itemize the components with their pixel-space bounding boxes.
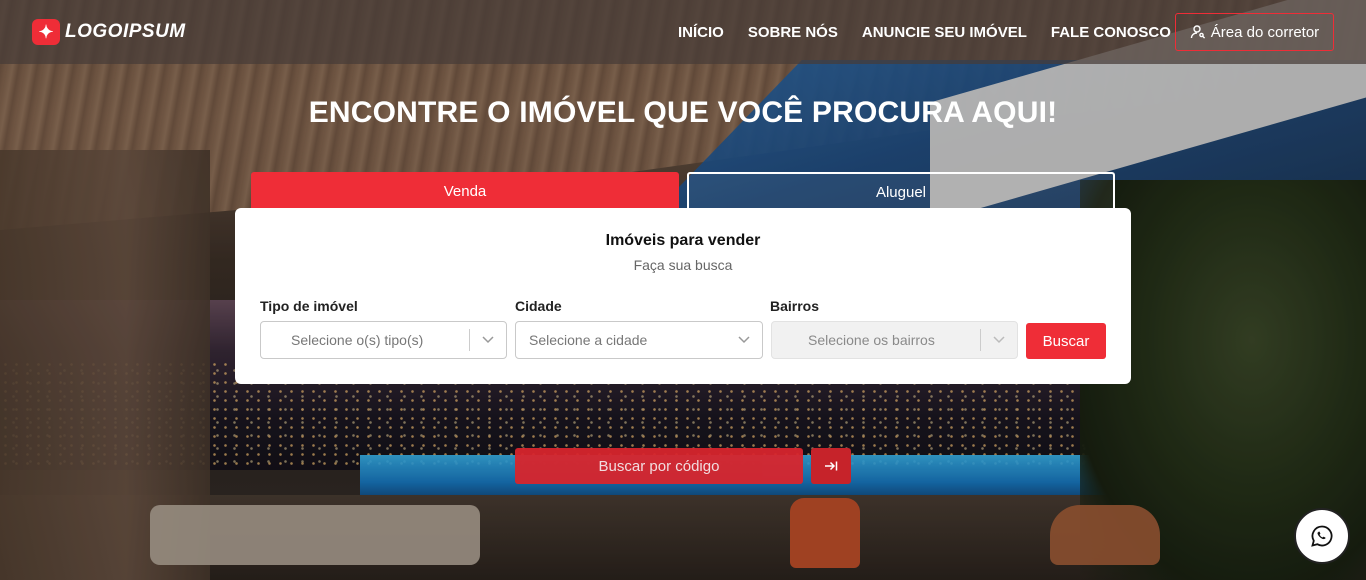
page-title: ENCONTRE O IMÓVEL QUE VOCÊ PROCURA AQUI!: [308, 96, 1058, 129]
property-type-placeholder: Selecione o(s) tipo(s): [291, 332, 424, 348]
city-placeholder: Selecione a cidade: [529, 332, 648, 348]
whatsapp-icon: [1311, 525, 1333, 547]
star-badge-icon: ✦: [32, 19, 60, 45]
nav-item-anuncie[interactable]: ANUNCIE SEU IMÓVEL: [862, 24, 1027, 41]
search-card: Imóveis para vender Faça sua busca Tipo …: [235, 208, 1131, 384]
city-select[interactable]: Selecione a cidade: [515, 321, 763, 359]
search-subtitle: Faça sua busca: [633, 257, 733, 273]
property-type-label: Tipo de imóvel: [260, 298, 358, 314]
nav-item-inicio[interactable]: INÍCIO: [678, 24, 724, 41]
logo-text: LOGOIPSUM: [65, 21, 186, 42]
site-header: ✦ LOGOIPSUM INÍCIO SOBRE NÓS ANUNCIE SEU…: [0, 0, 1366, 64]
arrow-to-right-icon[interactable]: [811, 448, 851, 484]
chevron-down-icon: [470, 336, 506, 344]
user-key-icon: [1190, 25, 1205, 39]
property-type-select[interactable]: Selecione o(s) tipo(s): [260, 321, 507, 359]
nav-item-sobre-nos[interactable]: SOBRE NÓS: [748, 24, 838, 41]
logo[interactable]: ✦ LOGOIPSUM: [32, 19, 186, 45]
chevron-down-icon: [981, 336, 1017, 344]
nav-item-fale-conosco[interactable]: FALE CONOSCO: [1051, 24, 1171, 41]
chevron-down-icon: [726, 336, 762, 344]
broker-area-label: Área do corretor: [1210, 23, 1320, 41]
search-by-code-button[interactable]: Buscar por código: [515, 448, 803, 484]
broker-area-button[interactable]: Área do corretor: [1175, 13, 1334, 51]
city-label: Cidade: [515, 298, 562, 314]
neighborhoods-select[interactable]: Selecione os bairros: [771, 321, 1018, 359]
main-nav: INÍCIO SOBRE NÓS ANUNCIE SEU IMÓVEL FALE…: [678, 24, 1171, 41]
search-button[interactable]: Buscar: [1026, 323, 1106, 359]
neighborhoods-label: Bairros: [770, 298, 820, 314]
tab-aluguel[interactable]: Aluguel: [687, 172, 1115, 210]
tab-venda[interactable]: Venda: [251, 172, 679, 210]
neighborhoods-placeholder: Selecione os bairros: [808, 332, 935, 348]
whatsapp-button[interactable]: [1294, 508, 1350, 564]
search-title: Imóveis para vender: [605, 232, 761, 249]
